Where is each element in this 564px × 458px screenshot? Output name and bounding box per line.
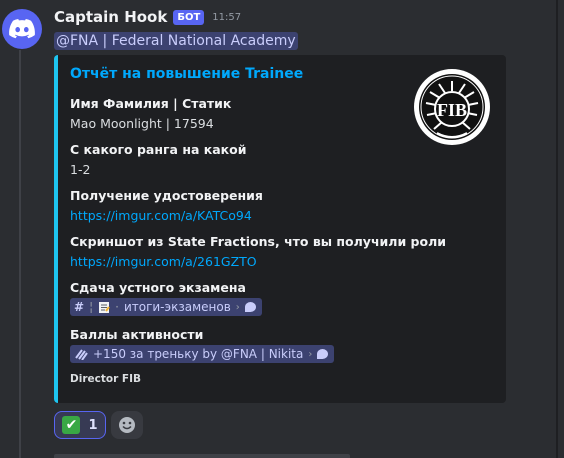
fib-seal-icon[interactable]: FIB bbox=[412, 67, 492, 147]
field-value-full-name: Mao Moonlight | 17594 bbox=[70, 116, 214, 131]
field-name-screenshot: Скриншот из State Fractions, что вы полу… bbox=[70, 234, 447, 249]
chevron-right-icon: › bbox=[308, 348, 313, 360]
field-value-rank: 1-2 bbox=[70, 162, 91, 177]
activity-message-text: +150 за треньку by @FNA | Nikita bbox=[93, 347, 304, 361]
field-name-full-name: Имя Фамилия | Статик bbox=[70, 96, 232, 111]
embed-title: Отчёт на повышение Trainee bbox=[70, 66, 304, 82]
bot-avatar[interactable] bbox=[2, 9, 42, 49]
certificate-link[interactable]: https://imgur.com/a/KATCo94 bbox=[70, 208, 252, 223]
message-content: @FNA | Federal National Academy bbox=[54, 30, 298, 50]
reaction-count: 1 bbox=[88, 417, 98, 433]
channel-name: итоги-экзаменов bbox=[123, 300, 231, 314]
dot-icon: · bbox=[115, 300, 119, 314]
message-header: Captain Hook БОТ 11:57 bbox=[54, 8, 241, 26]
separator-icon: ¦ bbox=[89, 300, 94, 314]
message-link-activity[interactable]: +150 за треньку by @FNA | Nikita › bbox=[70, 345, 335, 363]
fib-seal-text: FIB bbox=[437, 100, 467, 120]
role-mention[interactable]: @FNA | Federal National Academy bbox=[54, 32, 298, 50]
hash-icon: # bbox=[74, 300, 85, 314]
scrollbar-track[interactable] bbox=[556, 0, 558, 458]
speech-bubble-icon bbox=[317, 349, 329, 359]
add-reaction-button[interactable] bbox=[111, 411, 143, 439]
channel-link-exam-results[interactable]: # ¦ · итоги-экзаменов › bbox=[70, 298, 262, 316]
next-message-edge bbox=[54, 454, 350, 458]
smiley-add-reaction-icon bbox=[119, 417, 135, 433]
screenshot-link[interactable]: https://imgur.com/a/261GZTO bbox=[70, 254, 257, 269]
discord-logo-icon bbox=[9, 19, 35, 39]
bot-badge: БОТ bbox=[173, 9, 205, 25]
username[interactable]: Captain Hook bbox=[54, 8, 167, 26]
timestamp[interactable]: 11:57 bbox=[212, 12, 241, 23]
embed-footer: Director FIB bbox=[70, 373, 141, 385]
reaction-check-mark[interactable]: ✔ 1 bbox=[54, 411, 106, 439]
field-name-oral-exam: Сдача устного экзамена bbox=[70, 280, 246, 295]
embed-card: Отчёт на повышение Trainee FIB Имя Фамил… bbox=[54, 55, 506, 403]
thread-spine bbox=[19, 50, 21, 458]
thread-icon bbox=[75, 349, 88, 360]
chevron-right-icon: › bbox=[235, 301, 240, 313]
white-check-mark-icon: ✔ bbox=[62, 416, 81, 434]
field-name-activity-points: Баллы активности bbox=[70, 327, 204, 342]
field-name-rank: С какого ранга на какой bbox=[70, 142, 247, 157]
memo-icon bbox=[99, 301, 110, 313]
field-name-certificate: Получение удостоверения bbox=[70, 188, 263, 203]
speech-bubble-icon bbox=[244, 302, 256, 312]
